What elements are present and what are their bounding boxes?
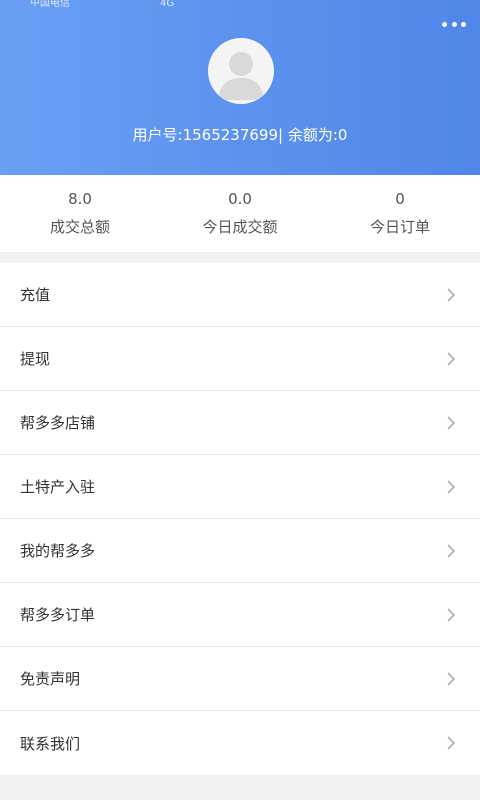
- menu-item-label: 土特产入驻: [20, 478, 96, 496]
- menu-item-label: 充值: [20, 286, 51, 304]
- more-options-button[interactable]: [442, 14, 466, 34]
- chevron-right-icon: [447, 543, 456, 558]
- stat-value: 0: [395, 190, 405, 208]
- stat-total-volume: 8.0 成交总额: [0, 175, 160, 252]
- menu-item-store[interactable]: 帮多多店铺: [0, 391, 480, 455]
- more-dot-icon: [461, 21, 466, 27]
- stat-today-orders: 0 今日订单: [320, 175, 480, 252]
- menu-item-label: 联系我们: [20, 734, 81, 753]
- more-dot-icon: [442, 21, 447, 27]
- menu-item-label: 帮多多订单: [20, 606, 96, 624]
- status-bar: 中国电信 4G: [30, 0, 174, 9]
- menu-item-label: 帮多多店铺: [20, 414, 96, 432]
- menu-list: 充值 提现 帮多多店铺 土特产入驻 我的帮多多 帮多多订单 免责声明 联系我们: [0, 263, 480, 775]
- stat-today-volume: 0.0 今日成交额: [160, 175, 320, 252]
- more-dot-icon: [451, 21, 457, 27]
- menu-item-label: 提现: [20, 350, 51, 368]
- menu-item-recharge[interactable]: 充值: [0, 263, 480, 327]
- menu-item-orders[interactable]: 帮多多订单: [0, 583, 480, 647]
- menu-item-local-products[interactable]: 土特产入驻: [0, 455, 480, 519]
- menu-item-contact[interactable]: 联系我们: [0, 711, 480, 775]
- chevron-right-icon: [447, 351, 456, 366]
- chevron-right-icon: [447, 607, 456, 622]
- menu-item-withdraw[interactable]: 提现: [0, 327, 480, 391]
- avatar[interactable]: [208, 38, 274, 104]
- stat-label: 今日成交额: [202, 218, 278, 236]
- user-silhouette-icon: [218, 52, 264, 100]
- menu-item-label: 免责声明: [20, 670, 81, 688]
- profile-header: 中国电信 4G 用户号:1565237699| 余额为:0: [0, 0, 480, 175]
- stats-bar: 8.0 成交总额 0.0 今日成交额 0 今日订单: [0, 175, 480, 253]
- section-gap: [0, 253, 480, 263]
- chevron-right-icon: [447, 671, 456, 686]
- stat-label: 成交总额: [49, 218, 110, 236]
- stat-value: 8.0: [68, 190, 92, 208]
- menu-item-my-account[interactable]: 我的帮多多: [0, 519, 480, 583]
- user-info-line: 用户号:1565237699| 余额为:0: [132, 126, 348, 144]
- carrier-name: 中国电信: [30, 0, 70, 9]
- chevron-right-icon: [447, 415, 456, 430]
- stat-label: 今日订单: [369, 218, 430, 236]
- menu-item-label: 我的帮多多: [20, 542, 96, 560]
- chevron-right-icon: [447, 287, 456, 302]
- menu-item-disclaimer[interactable]: 免责声明: [0, 647, 480, 711]
- chevron-right-icon: [447, 479, 456, 494]
- signal-indicator: 4G: [160, 0, 175, 9]
- chevron-right-icon: [447, 736, 456, 750]
- stat-value: 0.0: [228, 190, 252, 208]
